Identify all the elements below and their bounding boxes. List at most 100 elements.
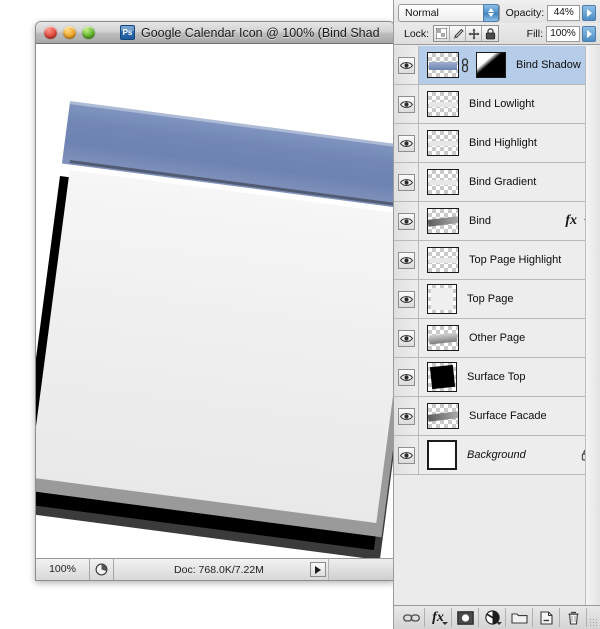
layer-thumbnail[interactable] xyxy=(427,325,459,351)
adjustment-layer-button[interactable] xyxy=(479,608,506,627)
layer-name[interactable]: Surface Top xyxy=(467,371,526,383)
eye-icon xyxy=(399,373,413,381)
lock-image-pixels-button[interactable] xyxy=(450,26,467,41)
layer-visibility-toggle[interactable] xyxy=(397,407,415,425)
layer-thumbnail[interactable] xyxy=(427,247,459,273)
layer-thumbnail[interactable] xyxy=(427,91,459,117)
layer-name[interactable]: Top Page Highlight xyxy=(469,254,561,266)
layer-visibility-cell[interactable] xyxy=(394,241,419,279)
thumbnail-content xyxy=(429,364,456,390)
layer-thumbnail-cell xyxy=(419,247,459,273)
add-layer-mask-button[interactable] xyxy=(452,608,479,627)
layer-thumbnail[interactable] xyxy=(427,284,457,314)
chain-link-icon xyxy=(402,613,420,622)
layer-list[interactable]: Bind Shadow Bind Lowlight Bind Highlight Bi… xyxy=(394,46,600,605)
blend-mode-stepper[interactable] xyxy=(482,3,499,22)
layers-scrollbar[interactable] xyxy=(585,46,600,605)
layer-row[interactable]: Top Page xyxy=(394,280,600,319)
layer-visibility-toggle[interactable] xyxy=(397,290,415,308)
document-titlebar[interactable]: Ps Google Calendar Icon @ 100% (Bind Sha… xyxy=(36,22,394,44)
layer-name[interactable]: Background xyxy=(467,449,526,461)
layer-row[interactable]: Background xyxy=(394,436,600,475)
eye-icon xyxy=(399,295,413,303)
lock-all-button[interactable] xyxy=(482,26,499,41)
thumbnail-content xyxy=(429,258,457,263)
minimize-button[interactable] xyxy=(63,26,76,39)
layer-visibility-toggle[interactable] xyxy=(397,446,415,464)
link-layers-button[interactable] xyxy=(398,608,425,627)
eye-icon xyxy=(399,334,413,342)
eye-icon xyxy=(399,412,413,420)
new-layer-button[interactable] xyxy=(533,608,560,627)
layer-thumbnail[interactable] xyxy=(427,440,457,470)
layer-thumbnail[interactable] xyxy=(427,130,459,156)
layer-visibility-toggle[interactable] xyxy=(397,95,415,113)
layer-thumbnail-cell xyxy=(419,130,459,156)
layer-visibility-cell[interactable] xyxy=(394,397,419,435)
layer-name[interactable]: Top Page xyxy=(467,293,513,305)
layer-thumbnail[interactable] xyxy=(427,52,459,78)
zoom-button[interactable] xyxy=(82,26,95,39)
zoom-level-field[interactable]: 100% xyxy=(36,559,90,580)
delete-layer-button[interactable] xyxy=(560,608,587,627)
layer-row[interactable]: Other Page xyxy=(394,319,600,358)
layer-name[interactable]: Surface Facade xyxy=(469,410,547,422)
layer-visibility-cell[interactable] xyxy=(394,163,419,201)
layer-visibility-cell[interactable] xyxy=(394,280,419,318)
layer-name[interactable]: Bind Shadow xyxy=(516,59,581,71)
layer-visibility-toggle[interactable] xyxy=(397,56,415,74)
layer-thumbnail[interactable] xyxy=(427,208,459,234)
layer-visibility-toggle[interactable] xyxy=(397,173,415,191)
layer-visibility-cell[interactable] xyxy=(394,46,419,84)
layer-name[interactable]: Bind Gradient xyxy=(469,176,536,188)
layer-visibility-cell[interactable] xyxy=(394,124,419,162)
lock-position-button[interactable] xyxy=(466,26,483,41)
layer-thumbnail[interactable] xyxy=(427,362,457,392)
canvas-area[interactable] xyxy=(36,44,394,558)
layer-style-button[interactable]: fx xyxy=(425,608,452,627)
layer-visibility-cell[interactable] xyxy=(394,436,419,474)
layer-thumbnail[interactable] xyxy=(427,169,459,195)
layer-visibility-toggle[interactable] xyxy=(397,134,415,152)
lock-transparent-pixels-button[interactable] xyxy=(434,26,451,41)
lock-button-group xyxy=(433,25,500,42)
layer-row[interactable]: Top Page Highlight xyxy=(394,241,600,280)
resize-grip[interactable] xyxy=(589,618,598,627)
new-group-button[interactable] xyxy=(506,608,533,627)
layer-visibility-toggle[interactable] xyxy=(397,212,415,230)
layer-row[interactable]: Bind Shadow xyxy=(394,46,600,85)
layer-visibility-cell[interactable] xyxy=(394,85,419,123)
layer-visibility-toggle[interactable] xyxy=(397,251,415,269)
fill-slider-button[interactable] xyxy=(582,25,596,42)
layer-name[interactable]: Other Page xyxy=(469,332,525,344)
layer-visibility-cell[interactable] xyxy=(394,358,419,396)
layer-name[interactable]: Bind xyxy=(469,215,491,227)
opacity-slider-button[interactable] xyxy=(582,4,597,21)
layer-visibility-toggle[interactable] xyxy=(397,329,415,347)
close-button[interactable] xyxy=(44,26,57,39)
status-menu-button[interactable] xyxy=(310,562,326,577)
opacity-input[interactable]: 44% xyxy=(547,4,581,21)
layer-row[interactable]: Bind fx xyxy=(394,202,600,241)
fill-input[interactable]: 100% xyxy=(546,25,580,42)
new-page-icon xyxy=(539,610,553,625)
layer-row[interactable]: Bind Lowlight xyxy=(394,85,600,124)
blend-mode-select[interactable]: Normal xyxy=(398,3,500,22)
layer-name[interactable]: Bind Lowlight xyxy=(469,98,534,110)
layer-effects-icon[interactable]: fx xyxy=(565,213,577,229)
status-preview-button[interactable] xyxy=(90,559,114,580)
layer-visibility-toggle[interactable] xyxy=(397,368,415,386)
link-indicator-icon[interactable] xyxy=(461,57,470,73)
eye-icon xyxy=(399,217,413,225)
layer-name[interactable]: Bind Highlight xyxy=(469,137,537,149)
layer-visibility-cell[interactable] xyxy=(394,319,419,357)
triangle-right-icon xyxy=(586,8,592,17)
thumbnail-content xyxy=(429,180,457,185)
layer-row[interactable]: Surface Top xyxy=(394,358,600,397)
layer-thumbnail[interactable] xyxy=(427,403,459,429)
layer-row[interactable]: Bind Gradient xyxy=(394,163,600,202)
layer-visibility-cell[interactable] xyxy=(394,202,419,240)
layer-row[interactable]: Bind Highlight xyxy=(394,124,600,163)
layer-mask-thumbnail[interactable] xyxy=(476,52,506,78)
layer-row[interactable]: Surface Facade xyxy=(394,397,600,436)
